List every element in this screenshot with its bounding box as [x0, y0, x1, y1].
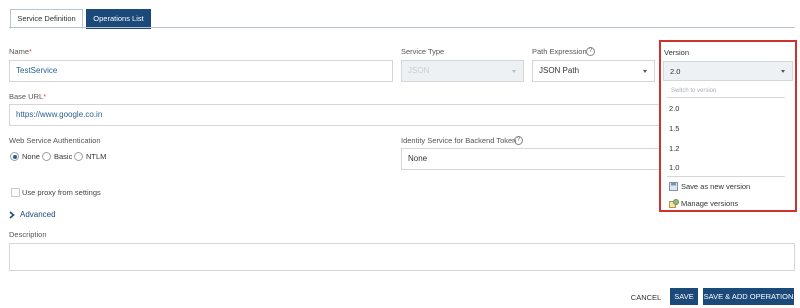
version-dropdown-panel: Version 2.0 Switch to version 2.0 1.5 1.… — [659, 40, 797, 212]
name-field[interactable]: TestService — [9, 60, 393, 82]
chevron-down-icon — [643, 70, 647, 73]
version-option-2-0[interactable]: 2.0 — [669, 104, 679, 113]
service-type-select: JSON — [401, 60, 524, 82]
identity-service-label: Identity Service for Backend Token — [401, 136, 517, 145]
auth-radio-ntlm[interactable] — [74, 152, 83, 161]
advanced-toggle[interactable]: Advanced — [9, 210, 69, 220]
description-label: Description — [9, 230, 47, 239]
tab-operations-list[interactable]: Operations List — [86, 9, 151, 29]
help-icon[interactable]: ? — [514, 136, 523, 145]
save-add-operation-button[interactable]: SAVE & ADD OPERATION — [703, 288, 794, 305]
auth-option-basic-label: Basic — [54, 152, 73, 161]
cancel-button[interactable]: CANCEL — [628, 289, 664, 306]
manage-versions-label: Manage versions — [681, 199, 739, 208]
auth-option-ntlm-label: NTLM — [86, 152, 107, 161]
version-option-1-0[interactable]: 1.0 — [669, 163, 679, 172]
tab-service-definition[interactable]: Service Definition — [10, 9, 83, 29]
help-icon[interactable]: ? — [586, 47, 595, 56]
version-option-1-2[interactable]: 1.2 — [669, 144, 679, 153]
version-select-value: 2.0 — [670, 67, 681, 76]
version-select[interactable]: 2.0 — [663, 61, 793, 81]
chevron-down-icon — [512, 70, 516, 73]
base-url-field[interactable]: https://www.google.co.in — [9, 104, 661, 126]
save-button[interactable]: SAVE — [670, 288, 698, 305]
menu-divider — [667, 176, 785, 177]
name-label: Name* — [9, 47, 32, 56]
auth-radio-basic[interactable] — [42, 152, 51, 161]
auth-option-none-label: None — [22, 152, 40, 161]
save-as-new-version-label: Save as new version — [681, 182, 751, 191]
tab-divider — [9, 27, 795, 28]
use-proxy-checkbox[interactable] — [11, 188, 20, 197]
version-search-placeholder: Switch to version — [671, 88, 717, 94]
base-url-label: Base URL* — [9, 92, 47, 101]
description-field[interactable] — [9, 243, 795, 271]
identity-service-select[interactable]: None — [401, 148, 661, 170]
auth-radio-none[interactable] — [10, 152, 19, 161]
chevron-down-icon — [781, 70, 785, 73]
path-expression-label: Path Expression — [532, 47, 587, 56]
manage-icon — [669, 199, 679, 208]
auth-label: Web Service Authentication — [9, 136, 101, 145]
service-type-value: JSON — [408, 66, 430, 75]
path-expression-select[interactable]: JSON Path — [532, 60, 655, 82]
service-type-label: Service Type — [401, 47, 445, 56]
chevron-right-icon — [9, 211, 15, 219]
version-search-input[interactable]: Switch to version — [667, 87, 785, 98]
use-proxy-label: Use proxy from settings — [22, 188, 101, 197]
version-label: Version — [664, 48, 690, 57]
save-icon — [669, 182, 678, 191]
advanced-label: Advanced — [20, 210, 56, 219]
path-expression-value: JSON Path — [539, 66, 580, 75]
version-option-1-5[interactable]: 1.5 — [669, 124, 679, 133]
